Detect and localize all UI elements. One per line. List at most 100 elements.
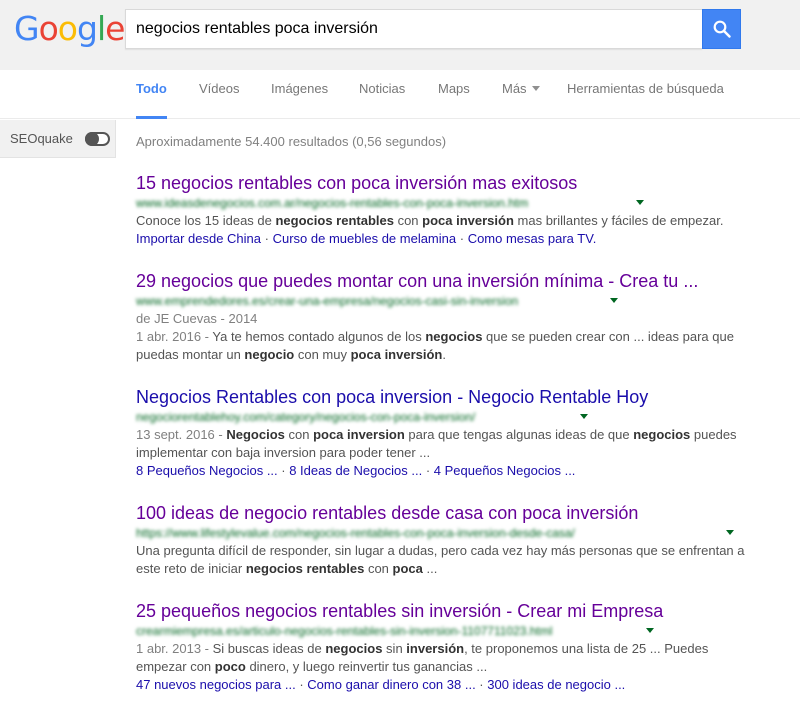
search-result: 15 negocios rentables con poca inversión… [136,172,756,248]
snippet-text: con [393,213,423,228]
snippet-text: ... [422,561,438,576]
result-snippet: 1 abr. 2016 - Ya te hemos contado alguno… [136,329,734,362]
search-result: 29 negocios que puedes montar con una in… [136,270,756,364]
snippet-keyword: poca inversión [422,213,514,228]
result-snippet: Una pregunta difícil de responder, sin l… [136,542,756,578]
snippet-keyword: negocios [425,329,483,344]
logo-letter: l [96,8,106,48]
result-title-link[interactable]: 29 negocios que puedes montar con una in… [136,270,756,292]
snippet-text: Si buscas ideas de [212,641,326,656]
tab-mas[interactable]: Más [502,70,540,119]
search-icon [713,20,731,38]
snippet-text: mas brillantes y fáciles de empezar. [513,213,724,228]
tab-videos[interactable]: Vídeos [199,70,239,119]
result-snippet: Conoce los 15 ideas de negocios rentable… [136,212,756,230]
tab-maps[interactable]: Maps [438,70,470,119]
sitelink[interactable]: 300 ideas de negocio ... [487,677,625,692]
google-logo[interactable]: Google [14,8,125,48]
logo-letter: g [76,8,98,48]
tab-noticias[interactable]: Noticias [359,70,405,119]
snippet-text: con [284,427,314,442]
snippet-text: sin [382,641,407,656]
sitelink[interactable]: Curso de muebles de melamina [273,231,457,246]
result-url: crearmiempresa.es/articulo-negocios-rent… [136,623,553,638]
tab-imagenes[interactable]: Imágenes [271,70,328,119]
top-bar: Google [0,0,800,70]
result-date: 13 sept. 2016 [136,427,215,442]
tab-todo[interactable]: Todo [136,70,167,119]
result-url-row: https://www.lifestylevalue.com/negocios-… [136,525,756,540]
search-result: 25 pequeños negocios rentables sin inver… [136,600,756,694]
toggle-knob [85,132,99,146]
sitelink[interactable]: 8 Pequeños Negocios ... [136,463,278,478]
snippet-text: con [364,561,393,576]
snippet-text: para que tengas algunas ideas de que [404,427,634,442]
tab-mas-label: Más [502,81,527,96]
url-menu-caret-icon[interactable] [610,298,618,303]
result-snippet: 1 abr. 2013 - Si buscas ideas de negocio… [136,641,709,674]
snippet-keyword: inversión [406,641,465,656]
snippet-keyword: negocios [633,427,691,442]
url-menu-caret-icon[interactable] [726,530,734,535]
url-menu-caret-icon[interactable] [636,200,644,205]
logo-letter: o [38,8,59,48]
snippet-keyword: negocios [325,641,383,656]
snippet-keyword: Negocios [226,427,285,442]
search-result: 100 ideas de negocio rentables desde cas… [136,502,756,578]
sitelink[interactable]: Importar desde China [136,231,261,246]
snippet-keyword: poca [392,561,423,576]
result-date: 1 abr. 2016 [136,329,202,344]
url-menu-caret-icon[interactable] [580,414,588,419]
search-tabs: Todo Vídeos Imágenes Noticias Maps Más H… [0,70,800,119]
result-sitelinks: 8 Pequeños Negocios ... · 8 Ideas de Neg… [136,463,576,478]
result-url: www.emprendedores.es/crear-una-empresa/n… [136,293,519,308]
result-sitelinks: Importar desde China · Curso de muebles … [136,231,597,246]
snippet-keyword: poca inversión [350,347,443,362]
result-url: www.ideasdenegocios.com.ar/negocios-rent… [136,195,529,210]
result-title-link[interactable]: 15 negocios rentables con poca inversión… [136,172,756,194]
result-title-link[interactable]: Negocios Rentables con poca inversion - … [136,386,756,408]
url-menu-caret-icon[interactable] [646,628,654,633]
logo-letter: G [14,8,40,48]
result-stats: Aproximadamente 54.400 resultados (0,56 … [136,134,447,149]
sitelink[interactable]: Como ganar dinero con 38 ... [307,677,475,692]
snippet-text: Ya te hemos contado algunos de los [212,329,426,344]
result-url-row: negociorentablehoy.com/category/negocios… [136,409,756,424]
result-title-link[interactable]: 100 ideas de negocio rentables desde cas… [136,502,756,524]
sitelink[interactable]: 47 nuevos negocios para ... [136,677,296,692]
result-title-link[interactable]: 25 pequeños negocios rentables sin inver… [136,600,756,622]
snippet-text: con muy [294,347,351,362]
sitelink[interactable]: 8 Ideas de Negocios ... [289,463,422,478]
snippet-keyword: poca inversion [313,427,405,442]
result-date: 1 abr. 2013 [136,641,202,656]
search-button[interactable] [702,9,741,49]
result-snippet: 13 sept. 2016 - Negocios con poca invers… [136,427,737,460]
search-result: Negocios Rentables con poca inversion - … [136,386,756,480]
result-url-row: www.emprendedores.es/crear-una-empresa/n… [136,293,756,308]
toggle-switch-icon[interactable] [85,132,110,146]
caret-down-icon [531,86,540,92]
logo-letter: o [57,8,78,48]
result-url: https://www.lifestylevalue.com/negocios-… [136,525,575,540]
result-url-row: crearmiempresa.es/articulo-negocios-rent… [136,623,756,638]
sitelink[interactable]: 4 Pequeños Negocios ... [434,463,576,478]
result-sitelinks: 47 nuevos negocios para ... · Como ganar… [136,677,626,692]
sitelink[interactable]: Como mesas para TV. [468,231,597,246]
result-url-row: www.ideasdenegocios.com.ar/negocios-rent… [136,195,756,210]
seoquake-label: SEOquake [10,131,73,146]
seoquake-panel: SEOquake [0,120,116,158]
snippet-keyword: negocios rentables [245,561,365,576]
snippet-text: Una pregunta difícil de responder, sin l… [136,543,745,576]
snippet-text: dinero, y luego reinvertir tus ganancias… [245,659,488,674]
result-author: de JE Cuevas - 2014 [136,311,258,326]
snippet-text: Conoce los 15 ideas de [136,213,276,228]
snippet-keyword: negocios rentables [275,213,394,228]
logo-letter: e [105,8,125,48]
search-tools-button[interactable]: Herramientas de búsqueda [567,70,724,119]
search-box[interactable] [125,9,702,49]
result-url: negociorentablehoy.com/category/negocios… [136,409,476,424]
snippet-text: . [442,347,446,362]
snippet-keyword: poco [214,659,246,674]
snippet-keyword: negocio [244,347,295,362]
search-input[interactable] [126,10,702,48]
